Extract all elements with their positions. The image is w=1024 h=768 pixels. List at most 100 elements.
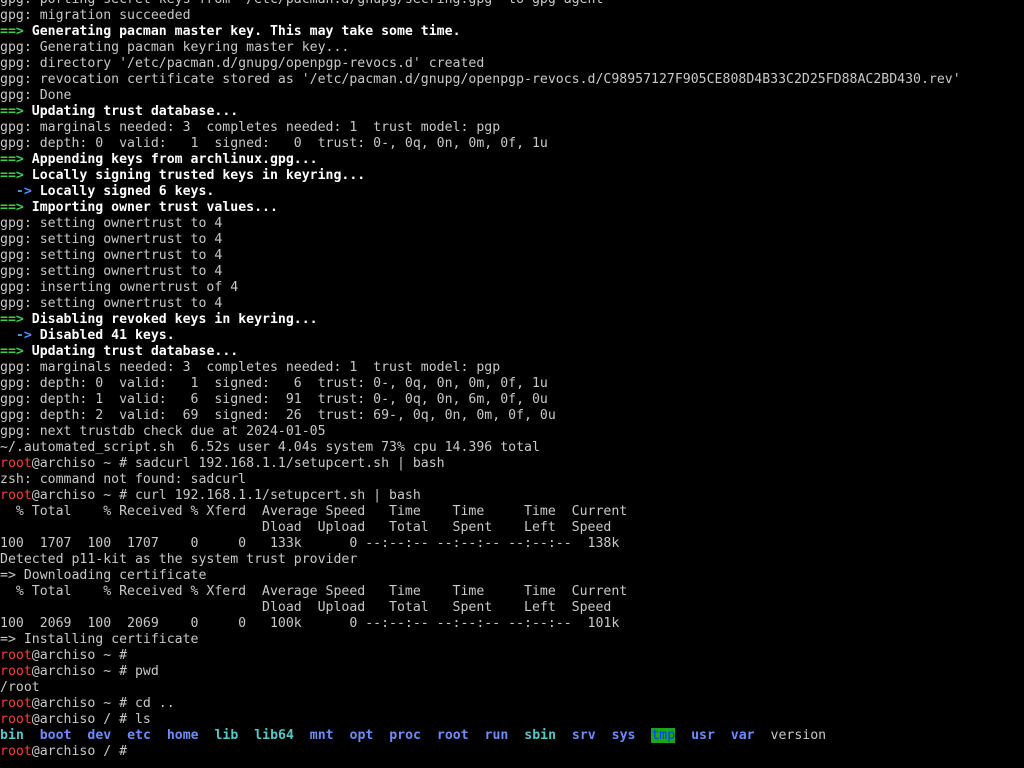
terminal-text: ==> [0, 24, 24, 39]
terminal-text: ==> [0, 312, 24, 327]
terminal-text: => Installing certificate [0, 632, 199, 647]
ls-entry [373, 728, 389, 743]
terminal-line-gpg: gpg: Generating pacman keyring master ke… [0, 40, 1024, 56]
terminal-line-prompt: root@archiso ~ # curl 192.168.1.1/setupc… [0, 488, 1024, 504]
terminal-text: @archiso ~ # [31, 648, 128, 663]
terminal-text: ==> [0, 200, 24, 215]
terminal-line-step: ==> Disabling revoked keys in keyring... [0, 312, 1024, 328]
ls-entry [635, 728, 651, 743]
terminal-line-output: Dload Upload Total Spent Left Speed [0, 600, 1024, 616]
terminal-text: ==> [0, 104, 24, 119]
terminal-line-substep: -> Locally signed 6 keys. [0, 184, 1024, 200]
ls-entry [596, 728, 612, 743]
terminal-line-gpg: gpg: Done [0, 88, 1024, 104]
ls-entry: proc [389, 728, 421, 743]
terminal-text: 100 1707 100 1707 0 0 133k 0 --:--:-- --… [0, 536, 620, 551]
terminal-text: @archiso / # ls [31, 712, 151, 727]
prompt-user: root [0, 488, 32, 503]
ls-entry: root [436, 728, 469, 743]
terminal-text: Locally signing trusted keys in keyring.… [23, 168, 366, 183]
terminal-line-gpg: gpg: depth: 2 valid: 69 signed: 26 trust… [0, 408, 1024, 424]
terminal-line-output: ~/.automated_script.sh 6.52s user 4.04s … [0, 440, 1024, 456]
ls-entry: boot [39, 728, 72, 743]
prompt-user: root [0, 696, 32, 711]
terminal-text: gpg: marginals needed: 3 completes neede… [0, 360, 501, 375]
ls-entry [294, 728, 310, 743]
terminal-line-step: ==> Appending keys from archlinux.gpg... [0, 152, 1024, 168]
terminal-line-gpg: gpg: setting ownertrust to 4 [0, 248, 1024, 264]
prompt-user: root [0, 744, 32, 759]
terminal-text: % Total % Received % Xferd Average Speed… [0, 584, 628, 599]
ls-entry [755, 728, 771, 743]
terminal-text: Locally signed 6 keys. [31, 184, 215, 199]
ls-entry [715, 728, 731, 743]
terminal-text: @archiso ~ # cd .. [31, 696, 175, 711]
terminal-line-prompt: root@archiso ~ # sadcurl 192.168.1.1/set… [0, 456, 1024, 472]
ls-entry: tmp [651, 728, 676, 743]
terminal-text: gpg: directory '/etc/pacman.d/gnupg/open… [0, 56, 485, 71]
terminal-line-prompt: root@archiso / # ls [0, 712, 1024, 728]
terminal-line-output: % Total % Received % Xferd Average Speed… [0, 504, 1024, 520]
terminal-line-gpg: gpg: setting ownertrust to 4 [0, 296, 1024, 312]
terminal-text: gpg: setting ownertrust to 4 [0, 264, 223, 279]
terminal-text: zsh: command not found: sadcurl [0, 472, 247, 487]
terminal-text: Updating trust database... [23, 344, 239, 359]
terminal-line-prompt: root@archiso ~ # [0, 648, 1024, 664]
terminal-text: Disabling revoked keys in keyring... [23, 312, 318, 327]
terminal-line-gpg: gpg: directory '/etc/pacman.d/gnupg/open… [0, 56, 1024, 72]
terminal-line-substep: -> Disabled 41 keys. [0, 328, 1024, 344]
terminal-text: @archiso ~ # pwd [31, 664, 159, 679]
ls-entry [71, 728, 87, 743]
ls-entry: usr [691, 728, 715, 743]
terminal-text: ==> [0, 152, 24, 167]
terminal-line-gpg: gpg: setting ownertrust to 4 [0, 232, 1024, 248]
ls-entry: dev [87, 728, 112, 743]
ls-entry [675, 728, 691, 743]
ls-entry: var [730, 728, 755, 743]
ls-entry: sbin [524, 728, 557, 743]
terminal-line-gpg: gpg: depth: 1 valid: 6 signed: 91 trust:… [0, 392, 1024, 408]
terminal-text: gpg: porting secret keys from '/etc/pacm… [0, 0, 603, 7]
terminal-line-ls: bin boot dev etc home lib lib64 mnt opt … [0, 728, 1024, 744]
terminal-line-gpg: gpg: porting secret keys from '/etc/pacm… [0, 0, 1024, 8]
ls-entry: lib64 [254, 728, 294, 743]
terminal-text: gpg: migration succeeded [0, 8, 191, 23]
terminal-text: Importing owner trust values... [23, 200, 278, 215]
ls-entry [334, 728, 350, 743]
ls-entry [556, 728, 572, 743]
terminal-text: @archiso / # [31, 744, 135, 759]
ls-entry [151, 728, 167, 743]
terminal-line-output: /root [0, 680, 1024, 696]
terminal-line-output: Detected p11-kit as the system trust pro… [0, 552, 1024, 568]
terminal-line-output: Dload Upload Total Spent Left Speed [0, 520, 1024, 536]
terminal-screen[interactable]: gpg: porting secret keys from '/etc/pacm… [0, 0, 1024, 760]
terminal-text: gpg: depth: 0 valid: 1 signed: 0 trust: … [0, 136, 548, 151]
terminal-text: Detected p11-kit as the system trust pro… [0, 552, 358, 567]
terminal-text: gpg: revocation certificate stored as '/… [0, 72, 961, 87]
ls-entry [238, 728, 254, 743]
ls-entry: lib [214, 728, 239, 743]
ls-entry: run [484, 728, 509, 743]
terminal-text: gpg: Generating pacman keyring master ke… [0, 40, 350, 55]
terminal-line-prompt: root@archiso / # [0, 744, 1024, 760]
terminal-line-gpg: gpg: revocation certificate stored as '/… [0, 72, 1024, 88]
terminal-text: /root [0, 680, 40, 695]
terminal-text: Dload Upload Total Spent Left Speed [0, 600, 612, 615]
terminal-text: gpg: depth: 2 valid: 69 signed: 26 trust… [0, 408, 556, 423]
prompt-user: root [0, 664, 32, 679]
terminal-line-step: ==> Generating pacman master key. This m… [0, 24, 1024, 40]
prompt-user: root [0, 712, 32, 727]
terminal-line-gpg: gpg: depth: 0 valid: 1 signed: 0 trust: … [0, 136, 1024, 152]
ls-entry: bin [0, 728, 24, 743]
ls-entry [469, 728, 485, 743]
terminal-text: Disabled 41 keys. [31, 328, 175, 343]
terminal-line-gpg: gpg: inserting ownertrust of 4 [0, 280, 1024, 296]
terminal-text: gpg: inserting ownertrust of 4 [0, 280, 239, 295]
terminal-text: gpg: setting ownertrust to 4 [0, 248, 223, 263]
terminal-line-gpg: gpg: next trustdb check due at 2024-01-0… [0, 424, 1024, 440]
ls-entry: sys [611, 728, 636, 743]
terminal-text: ==> [0, 168, 24, 183]
terminal-line-prompt: root@archiso ~ # cd .. [0, 696, 1024, 712]
ls-entry [508, 728, 524, 743]
terminal-text: gpg: setting ownertrust to 4 [0, 232, 223, 247]
